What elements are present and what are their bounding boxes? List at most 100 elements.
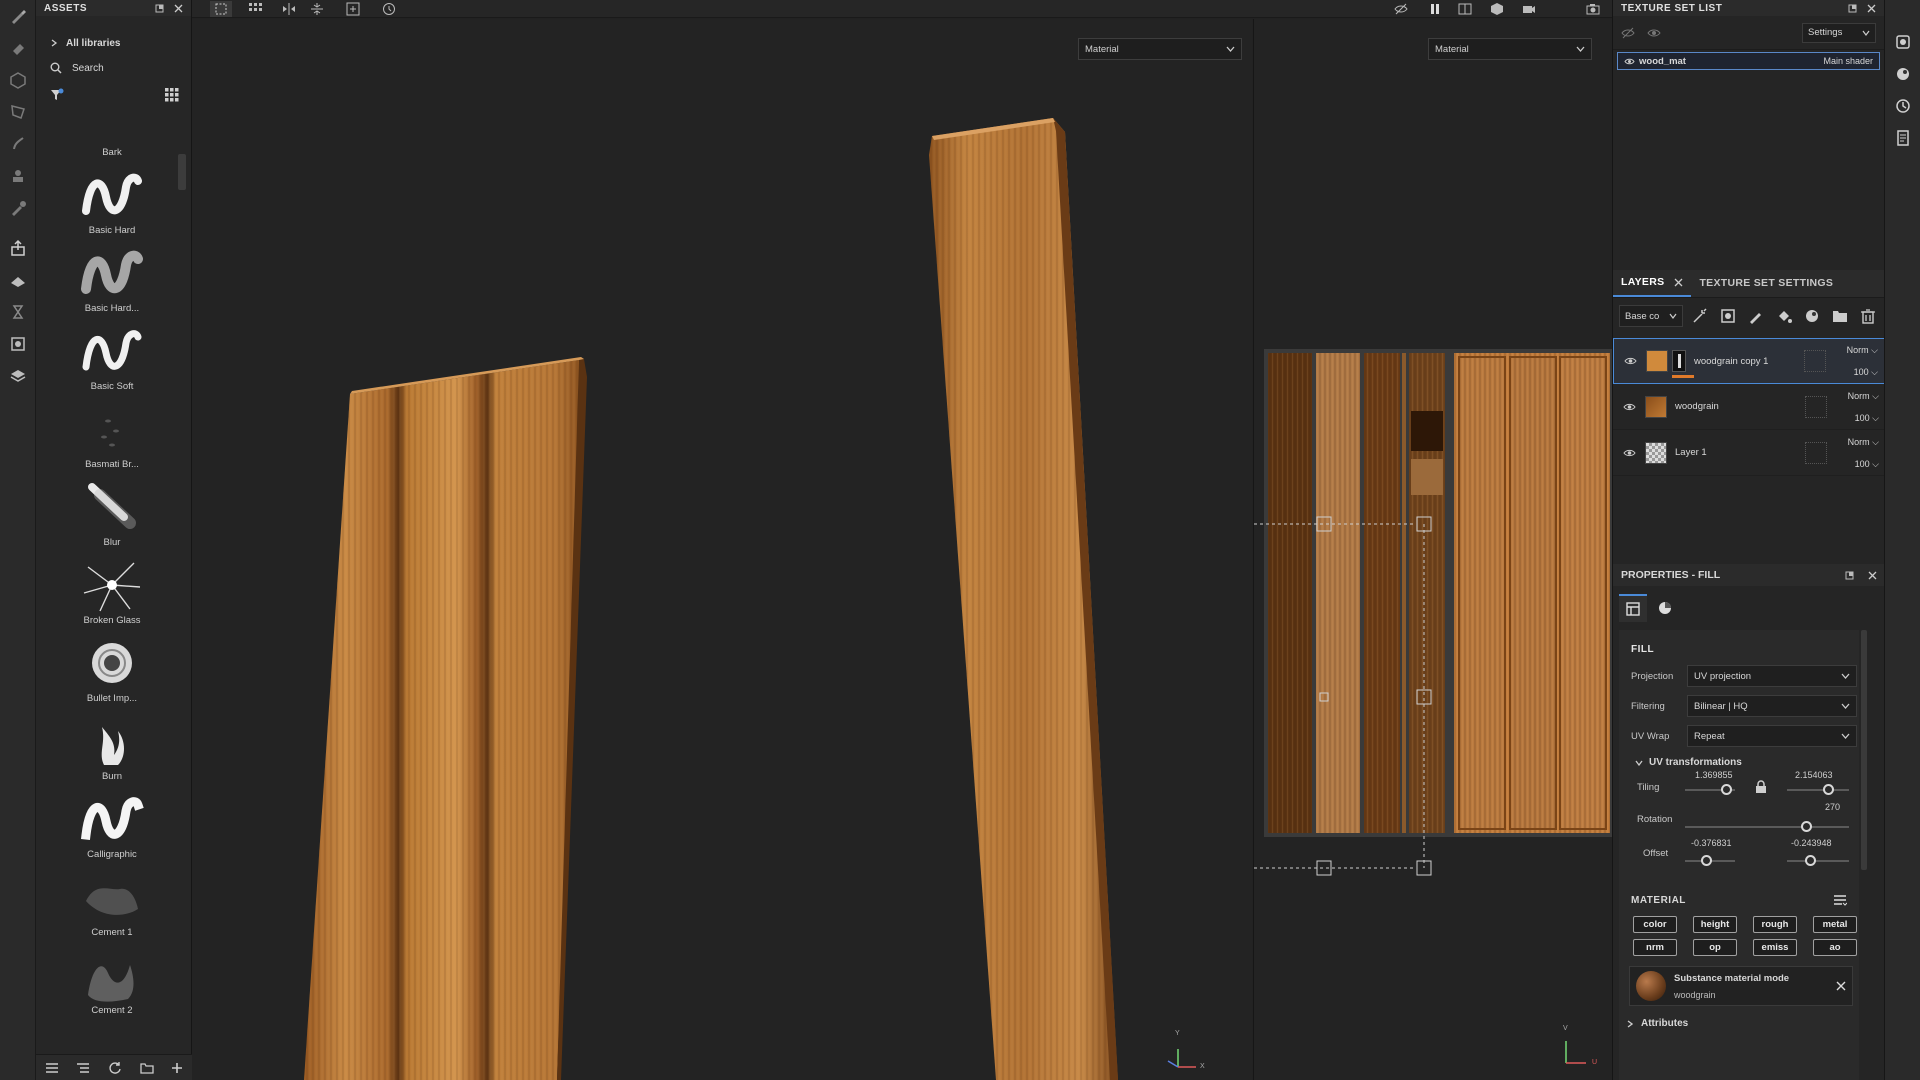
properties-scrollbar[interactable] bbox=[1861, 630, 1867, 870]
brush-item[interactable]: Burn bbox=[44, 710, 180, 788]
refresh-icon[interactable] bbox=[108, 1061, 122, 1075]
layer-blend[interactable]: Norm ⌵ 100 ⌵ bbox=[1836, 339, 1878, 383]
delete-layer-icon[interactable] bbox=[1857, 305, 1879, 327]
projection-select[interactable]: UV projection bbox=[1687, 665, 1857, 687]
eraser-tool-icon[interactable] bbox=[0, 32, 36, 64]
channel-chip[interactable]: op bbox=[1693, 939, 1737, 956]
filtering-select[interactable]: Bilinear | HQ bbox=[1687, 695, 1857, 717]
align-icon[interactable] bbox=[306, 1, 328, 17]
uv-transformations-toggle[interactable]: UV transformations bbox=[1619, 751, 1859, 768]
tiling-v-knob[interactable] bbox=[1823, 784, 1834, 795]
split-view-icon[interactable] bbox=[1454, 1, 1476, 17]
close-icon[interactable] bbox=[1867, 4, 1876, 13]
bake-icon[interactable] bbox=[0, 264, 36, 296]
paint-tool-icon[interactable] bbox=[0, 0, 36, 32]
layer-opacity[interactable]: 100 ⌵ bbox=[1837, 407, 1879, 429]
material-tab-icon[interactable] bbox=[1651, 594, 1679, 622]
brush-item[interactable]: Cement 1 bbox=[44, 866, 180, 944]
attributes-toggle[interactable]: Attributes bbox=[1619, 1006, 1859, 1029]
assets-scrollbar[interactable] bbox=[178, 154, 186, 190]
substance-material-mode[interactable]: Substance material mode woodgrain bbox=[1629, 966, 1853, 1006]
sub-list-icon[interactable] bbox=[76, 1062, 90, 1074]
layer-opacity[interactable]: 100 ⌵ bbox=[1836, 361, 1878, 383]
filter-icon[interactable] bbox=[50, 88, 64, 102]
brush-item[interactable]: Blur bbox=[44, 476, 180, 554]
add-smart-material-icon[interactable] bbox=[1801, 305, 1823, 327]
brush-item[interactable]: Broken Glass bbox=[44, 554, 180, 632]
layer-row[interactable]: woodgrain Norm ⌵ 100 ⌵ bbox=[1613, 384, 1885, 430]
material-menu-icon[interactable] bbox=[1833, 894, 1847, 906]
channel-chip[interactable]: ao bbox=[1813, 939, 1857, 956]
eye-icon[interactable] bbox=[1619, 402, 1639, 412]
display-settings-icon[interactable] bbox=[0, 328, 36, 360]
blend-mode[interactable]: Norm ⌵ bbox=[1836, 339, 1878, 361]
new-folder-icon[interactable] bbox=[139, 1062, 154, 1074]
brush-item[interactable]: Cement 2 bbox=[44, 944, 180, 1022]
layer-blend[interactable]: Norm ⌵ 100 ⌵ bbox=[1837, 385, 1879, 429]
layer-mask-slot[interactable] bbox=[1805, 441, 1827, 464]
brush-item[interactable]: Basmati Br... bbox=[44, 398, 180, 476]
blend-mode[interactable]: Norm ⌵ bbox=[1837, 431, 1879, 453]
picker-tool-icon[interactable] bbox=[0, 192, 36, 224]
selection-mode-icon[interactable] bbox=[210, 1, 232, 17]
channel-chip[interactable]: height bbox=[1693, 916, 1737, 933]
rotation-track[interactable] bbox=[1685, 826, 1849, 828]
smudge-tool-icon[interactable] bbox=[0, 128, 36, 160]
2d-uv-view[interactable]: Material V U bbox=[1253, 19, 1612, 1080]
offset-v-knob[interactable] bbox=[1805, 855, 1816, 866]
close-icon[interactable] bbox=[1836, 981, 1846, 991]
camera-icon[interactable] bbox=[1518, 1, 1540, 17]
add-folder-icon[interactable] bbox=[1829, 305, 1851, 327]
grid-view-icon[interactable] bbox=[165, 88, 179, 102]
screenshot-icon[interactable] bbox=[1582, 1, 1604, 17]
tiling-u-knob[interactable] bbox=[1721, 784, 1732, 795]
clone-tool-icon[interactable] bbox=[0, 160, 36, 192]
add-icon[interactable] bbox=[171, 1062, 183, 1074]
brush-item[interactable]: Basic Soft bbox=[44, 320, 180, 398]
add-fill-layer-icon[interactable] bbox=[1773, 305, 1795, 327]
brush-item[interactable]: Calligraphic bbox=[44, 788, 180, 866]
texture-set-item[interactable]: wood_mat Main shader bbox=[1617, 52, 1880, 70]
close-icon[interactable] bbox=[174, 4, 183, 13]
pause-icon[interactable] bbox=[1424, 1, 1446, 17]
fill-settings-tab-icon[interactable] bbox=[1619, 594, 1647, 622]
close-icon[interactable] bbox=[1674, 278, 1683, 287]
offset-v-track[interactable] bbox=[1787, 860, 1849, 862]
channel-chip[interactable]: nrm bbox=[1633, 939, 1677, 956]
tab-layers[interactable]: LAYERS bbox=[1613, 269, 1692, 297]
layer-opacity[interactable]: 100 ⌵ bbox=[1837, 453, 1879, 475]
offset-u-knob[interactable] bbox=[1701, 855, 1712, 866]
blend-mode[interactable]: Norm ⌵ bbox=[1837, 385, 1879, 407]
layer-row[interactable]: woodgrain copy 1 Norm ⌵ 100 ⌵ bbox=[1613, 338, 1885, 384]
layer-mask-slot[interactable] bbox=[1804, 350, 1826, 372]
library-selector[interactable]: All libraries bbox=[36, 30, 191, 56]
history-icon[interactable] bbox=[378, 1, 400, 17]
texture-set-settings-select[interactable]: Settings bbox=[1802, 22, 1876, 43]
hide-all-icon[interactable] bbox=[1621, 27, 1635, 39]
add-effect-icon[interactable] bbox=[1689, 305, 1711, 327]
tab-texture-set-settings[interactable]: TEXTURE SET SETTINGS bbox=[1691, 269, 1841, 297]
brush-item[interactable]: Bullet Imp... bbox=[44, 632, 180, 710]
cube-view-icon[interactable] bbox=[1486, 1, 1508, 17]
3d-view[interactable]: Material Y X bbox=[192, 19, 1252, 1080]
channel-chip[interactable]: rough bbox=[1753, 916, 1797, 933]
channel-chip[interactable]: metal bbox=[1813, 916, 1857, 933]
brush-item[interactable]: Bark bbox=[44, 124, 180, 164]
float-panel-icon[interactable] bbox=[1845, 571, 1854, 580]
grid-mode-icon[interactable] bbox=[244, 1, 266, 17]
channel-chip[interactable]: emiss bbox=[1753, 939, 1797, 956]
layer-blend[interactable]: Norm ⌵ 100 ⌵ bbox=[1837, 431, 1879, 475]
hourglass-icon[interactable] bbox=[0, 296, 36, 328]
shader-settings-icon[interactable] bbox=[1885, 58, 1920, 90]
add-mask-icon[interactable] bbox=[1717, 305, 1739, 327]
visibility-icon[interactable] bbox=[1647, 27, 1661, 39]
channel-chip[interactable]: color bbox=[1633, 916, 1677, 933]
display-settings-icon[interactable] bbox=[1885, 26, 1920, 58]
hide-ui-icon[interactable] bbox=[1390, 1, 1412, 17]
eye-icon[interactable] bbox=[1624, 57, 1635, 66]
layer-mask-slot[interactable] bbox=[1805, 395, 1827, 418]
eye-icon[interactable] bbox=[1620, 356, 1640, 366]
rotation-knob[interactable] bbox=[1801, 821, 1812, 832]
add-paint-layer-icon[interactable] bbox=[1745, 305, 1767, 327]
log-icon[interactable] bbox=[1885, 122, 1920, 154]
